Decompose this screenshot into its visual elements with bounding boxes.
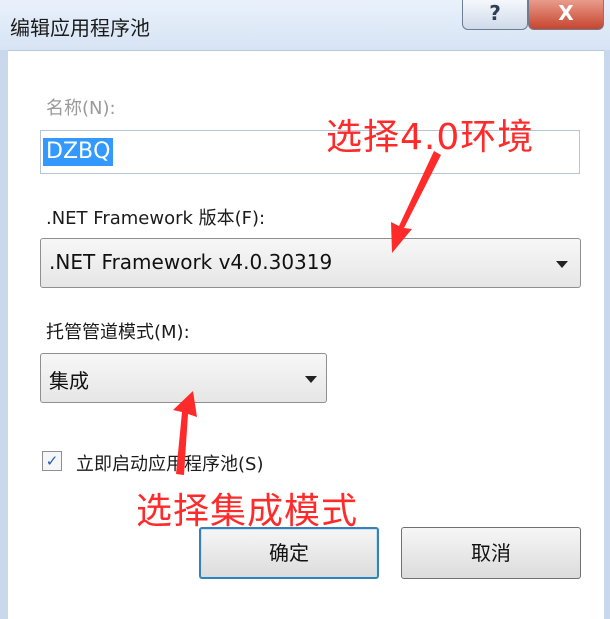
annotation-framework-note: 选择4.0环境 <box>326 117 535 158</box>
annotation-pipeline-note: 选择集成模式 <box>136 491 359 532</box>
annotation-arrow-pipeline <box>173 391 197 475</box>
annotation-arrow-framework <box>391 151 441 253</box>
